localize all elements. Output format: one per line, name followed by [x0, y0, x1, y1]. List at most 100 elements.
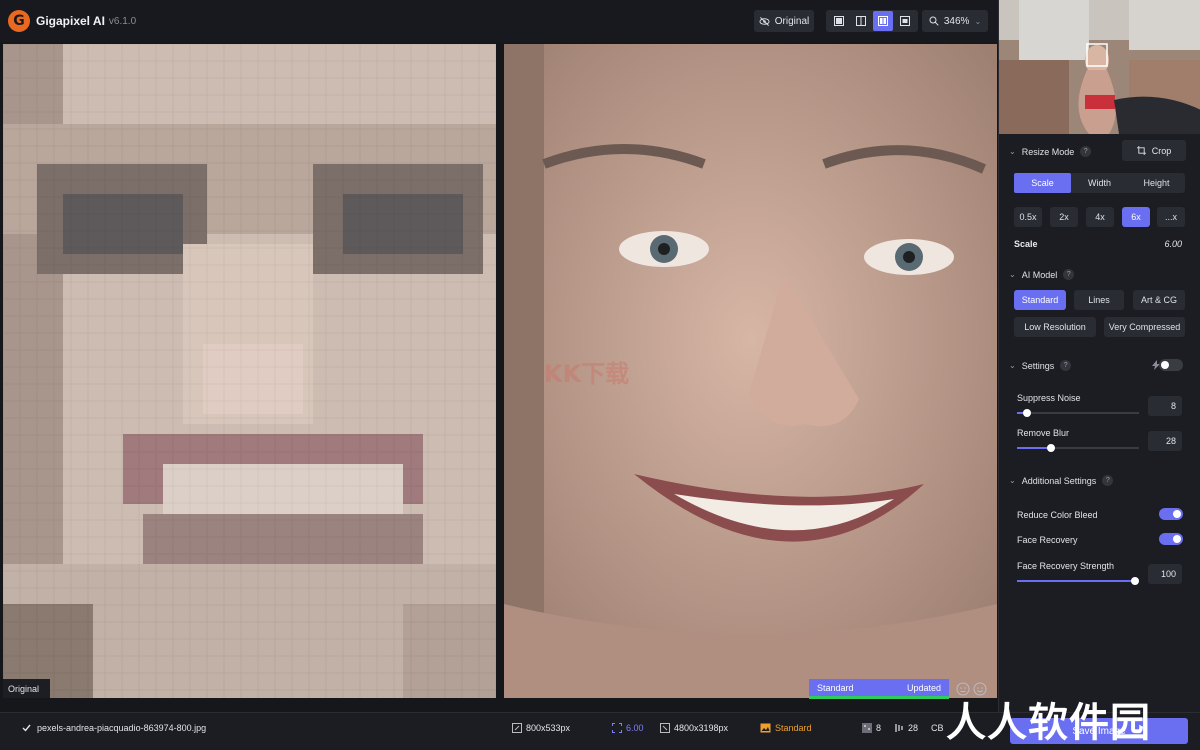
- navigator-thumbnail[interactable]: [999, 0, 1200, 134]
- ai-model-title: AI Model: [1021, 269, 1058, 280]
- original-pane-label: Original: [3, 679, 50, 698]
- settings-title: Settings: [1021, 360, 1055, 371]
- scale-value[interactable]: 6.00: [1164, 239, 1182, 249]
- reduce-color-bleed-label: Reduce Color Bleed: [1017, 510, 1098, 520]
- app-logo-icon: G: [8, 10, 30, 32]
- blur-icon: [895, 724, 903, 732]
- noise-stat-value: 8: [876, 723, 882, 733]
- model-status-label: Standard: [817, 682, 854, 693]
- remove-blur-label: Remove Blur: [1017, 428, 1070, 438]
- chevron-down-icon: ⌄: [974, 16, 982, 26]
- view-split-button[interactable]: [851, 11, 871, 31]
- auto-settings-toggle[interactable]: [1159, 359, 1183, 371]
- magnifier-icon: [929, 16, 939, 26]
- original-image: [3, 44, 496, 698]
- chevron-down-icon: ⌄: [1009, 147, 1016, 156]
- site-watermark: 人人软件园: [946, 700, 1151, 746]
- noise-stat: 8: [862, 723, 881, 733]
- face-recovery-strength-input[interactable]: 100: [1148, 564, 1182, 584]
- chevron-down-icon: ⌄: [1009, 361, 1016, 370]
- scale-chip-2x[interactable]: 2x: [1050, 207, 1078, 227]
- face-recovery-toggle[interactable]: [1159, 533, 1183, 545]
- zoom-value: 346%: [943, 15, 970, 27]
- color-bleed-stat: CB: [931, 723, 944, 733]
- remove-blur-slider[interactable]: [1017, 444, 1139, 452]
- scale-chip-6x[interactable]: 6x: [1122, 207, 1150, 227]
- output-size-stat: 4800x3198px: [660, 723, 728, 733]
- input-size-icon: [512, 723, 522, 733]
- model-standard-button[interactable]: Standard: [1014, 290, 1066, 310]
- face-recovery-strength-label: Face Recovery Strength: [1017, 561, 1115, 571]
- top-bar: G Gigapixel AI v6.1.0 Original 346% ⌄: [0, 0, 998, 42]
- noise-icon: [862, 723, 872, 733]
- additional-settings-header[interactable]: ⌄ Additional Settings ?: [1009, 475, 1114, 486]
- view-single-button[interactable]: [829, 11, 849, 31]
- suppress-noise-input[interactable]: 8: [1148, 396, 1182, 416]
- scale-chip-4x[interactable]: 4x: [1086, 207, 1114, 227]
- eye-off-icon: [759, 16, 770, 26]
- tab-scale[interactable]: Scale: [1014, 173, 1071, 193]
- reduce-color-bleed-toggle[interactable]: [1159, 508, 1183, 520]
- app-version: v6.1.0: [108, 15, 137, 27]
- face-recovery-strength-slider[interactable]: [1017, 577, 1139, 585]
- single-view-icon: [834, 16, 844, 26]
- help-icon[interactable]: ?: [1080, 146, 1092, 157]
- file-entry[interactable]: pexels-andrea-piacquadio-863974-800.jpg: [22, 723, 206, 733]
- blur-stat: 28: [894, 723, 918, 733]
- suppress-noise-label: Suppress Noise: [1017, 393, 1081, 403]
- view-side-by-side-button[interactable]: [873, 11, 893, 31]
- resize-mode-tabs: Scale Width Height: [1014, 173, 1185, 193]
- app-title: Gigapixel AI: [36, 14, 105, 28]
- resize-mode-title: Resize Mode: [1021, 146, 1075, 157]
- input-size-stat: 800x533px: [512, 723, 570, 733]
- model-stat: Standard: [760, 723, 812, 733]
- model-status-bar[interactable]: Standard Updated: [809, 679, 949, 699]
- resize-mode-header[interactable]: ⌄ Resize Mode ?: [1009, 146, 1092, 157]
- checkmark-icon: [22, 724, 31, 732]
- output-size-icon: [660, 723, 670, 733]
- side-by-side-icon: [878, 16, 888, 26]
- crop-button[interactable]: Crop: [1122, 140, 1186, 161]
- help-icon[interactable]: ?: [1102, 475, 1114, 486]
- zoom-dropdown[interactable]: 346% ⌄: [922, 10, 988, 32]
- scale-label: Scale: [1014, 239, 1038, 249]
- update-status-label: Updated: [906, 682, 941, 693]
- split-view-icon: [856, 16, 866, 26]
- face-recovery-label: Face Recovery: [1017, 535, 1078, 545]
- crop-label: Crop: [1151, 145, 1172, 156]
- help-icon[interactable]: ?: [1060, 360, 1072, 371]
- help-icon[interactable]: ?: [1063, 269, 1075, 280]
- ai-model-header[interactable]: ⌄ AI Model ?: [1009, 269, 1075, 280]
- view-mode-group: [826, 10, 918, 32]
- thumbnail-image: [999, 0, 1200, 134]
- model-lines-button[interactable]: Lines: [1074, 290, 1124, 310]
- scale-chip-0-5x[interactable]: 0.5x: [1014, 207, 1042, 227]
- original-preview-pane[interactable]: [3, 44, 496, 698]
- view-grid-button[interactable]: [895, 11, 915, 31]
- tab-height[interactable]: Height: [1128, 173, 1185, 193]
- settings-sidebar: ⌄ Resize Mode ? Crop Scale Width Height …: [998, 0, 1200, 712]
- chevron-down-icon: ⌄: [1009, 476, 1016, 485]
- model-stat-value: Standard: [775, 723, 812, 733]
- blur-stat-value: 28: [908, 723, 919, 733]
- chevron-down-icon: ⌄: [1009, 270, 1016, 279]
- file-name: pexels-andrea-piacquadio-863974-800.jpg: [37, 723, 207, 733]
- show-original-button[interactable]: Original: [754, 10, 814, 32]
- output-size-value: 4800x3198px: [674, 723, 729, 733]
- kk-watermark: KK下载: [544, 360, 630, 388]
- scale-chip-custom[interactable]: ...x: [1157, 207, 1185, 227]
- remove-blur-input[interactable]: 28: [1148, 431, 1182, 451]
- model-art-cg-button[interactable]: Art & CG: [1133, 290, 1185, 310]
- scale-stat: 6.00: [612, 723, 644, 733]
- color-bleed-label: CB: [931, 723, 944, 733]
- expand-icon: [612, 723, 622, 733]
- model-image-icon: [760, 723, 771, 733]
- crop-icon: [1136, 146, 1146, 155]
- scale-stat-value: 6.00: [626, 723, 644, 733]
- settings-header[interactable]: ⌄ Settings ?: [1009, 360, 1072, 371]
- suppress-noise-slider[interactable]: [1017, 409, 1139, 417]
- tab-width[interactable]: Width: [1071, 173, 1128, 193]
- model-low-resolution-button[interactable]: Low Resolution: [1014, 317, 1096, 337]
- additional-settings-title: Additional Settings: [1021, 475, 1097, 486]
- model-very-compressed-button[interactable]: Very Compressed: [1104, 317, 1185, 337]
